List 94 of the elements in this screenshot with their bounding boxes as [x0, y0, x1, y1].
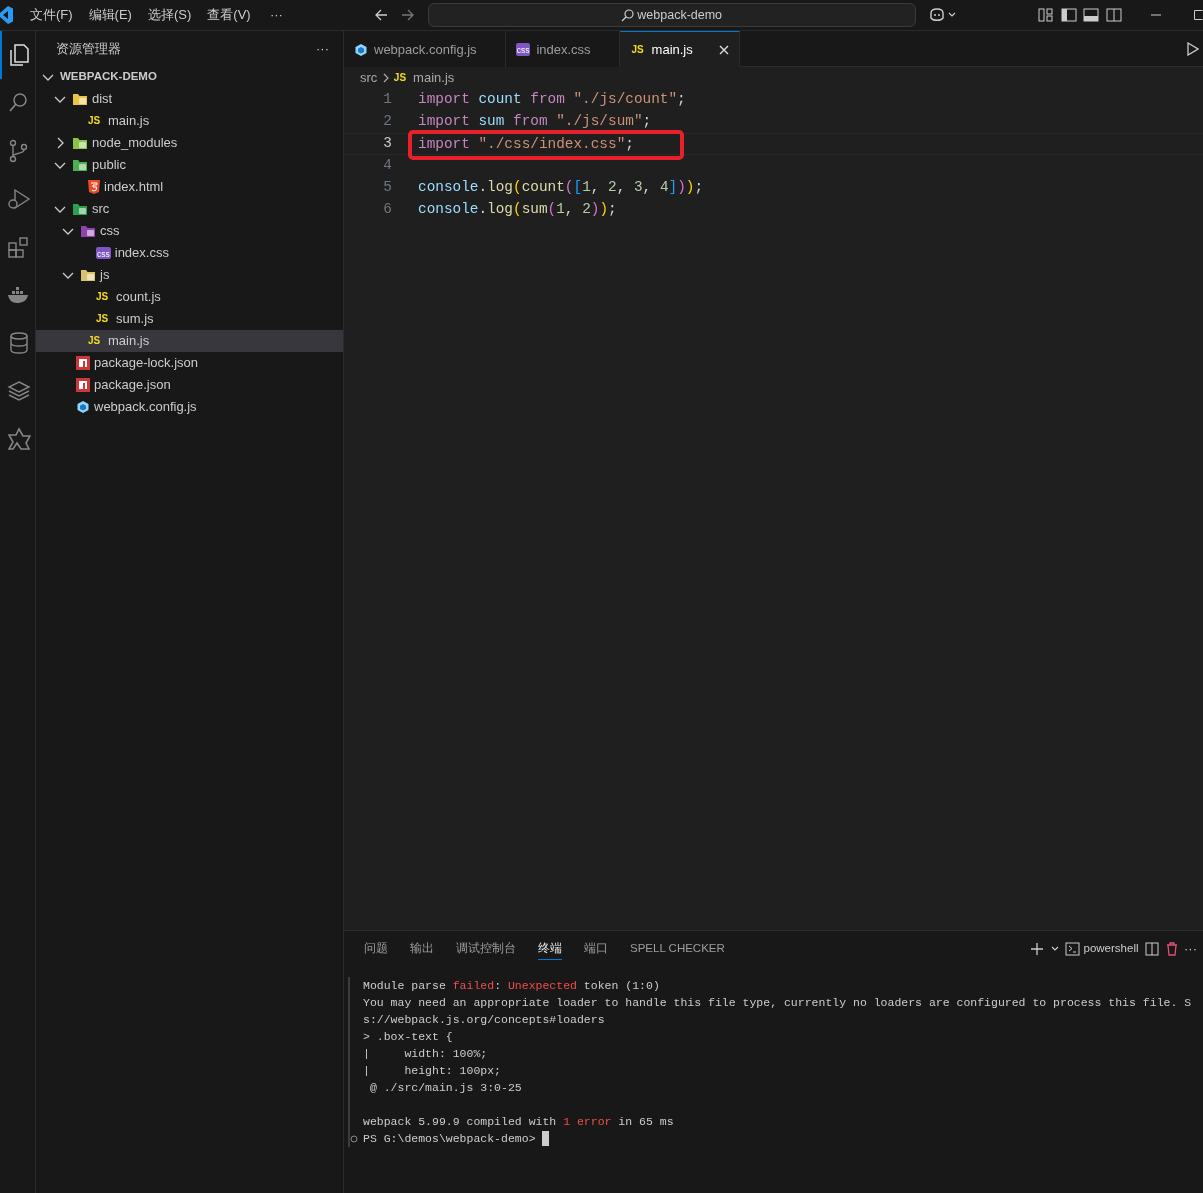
js-file-icon: JS: [96, 292, 112, 302]
run-icon[interactable]: [1187, 41, 1199, 56]
terminal-line: | width: 100%;: [363, 1046, 489, 1062]
panel-tab[interactable]: 调试控制台: [456, 937, 516, 961]
command-center[interactable]: webpack-demo: [427, 3, 916, 27]
terminal-line: @ ./src/main.js 3:0-25: [368, 1080, 523, 1096]
back-arrow-icon[interactable]: [373, 8, 388, 22]
folder-item[interactable]: src: [36, 198, 343, 220]
file-item[interactable]: webpack.config.js: [36, 396, 343, 418]
line-number: 5: [382, 178, 392, 198]
js-file-icon: JS: [88, 336, 104, 346]
copilot-icon: [928, 8, 945, 22]
panel-tab[interactable]: 输出: [410, 937, 434, 961]
panel-tab[interactable]: SPELL CHECKER: [630, 937, 725, 961]
file-item[interactable]: JS count.js: [36, 286, 343, 308]
editor-tab[interactable]: css index.css: [505, 31, 620, 67]
code-line: console.log(sum(1, 2));: [417, 200, 617, 220]
css-file-icon: css: [515, 43, 531, 56]
vscode-logo-icon: [0, 5, 14, 25]
terminal-line: webpack 5.99.9 compiled with 1 error in 65 ms: [363, 1114, 675, 1130]
layout-grid-icon[interactable]: [1038, 8, 1055, 22]
file-item[interactable]: JS main.js: [36, 110, 343, 132]
terminal-line: > .box-text {: [363, 1029, 454, 1045]
terminal-shell-button[interactable]: powershell: [1065, 940, 1139, 958]
panel-tab[interactable]: 问题: [364, 937, 388, 961]
terminal-line: | height: 100px;: [363, 1063, 503, 1079]
hexagon-icon: [76, 400, 90, 414]
css-file-icon: css: [96, 246, 111, 260]
more-button[interactable]: ···: [261, 5, 291, 25]
terminal-line: s://webpack.js.org/concepts#loaders: [363, 1012, 606, 1028]
breadcrumb-item[interactable]: JS main.js: [393, 68, 455, 88]
file-item[interactable]: package-lock.json: [36, 352, 343, 374]
menu-item[interactable]: 编辑(E): [80, 5, 140, 25]
npm-icon: [76, 356, 90, 370]
prompt-circle-icon: [350, 1134, 358, 1143]
folder-item[interactable]: dist: [36, 88, 343, 110]
files-icon[interactable]: [7, 43, 31, 67]
panel-tab[interactable]: 终端: [538, 937, 562, 961]
folder-item[interactable]: css: [36, 220, 343, 242]
database-icon[interactable]: [7, 331, 31, 355]
js-file-icon: JS: [88, 116, 104, 126]
close-icon[interactable]: [718, 44, 729, 55]
more-button[interactable]: ···: [316, 38, 329, 59]
split-icon[interactable]: [1145, 942, 1159, 956]
hexagon-icon: [354, 42, 368, 57]
caret-icon: [947, 12, 956, 18]
search-icon: [621, 8, 635, 22]
trash-icon[interactable]: [1165, 942, 1178, 956]
plus-icon[interactable]: [1030, 942, 1045, 956]
menu-item[interactable]: 查看(V): [199, 5, 259, 25]
npm-icon: [76, 378, 90, 392]
terminal-line: You may need an appropriate loader to handle this file type, currently no loaders are configured to process this file. S: [363, 995, 1193, 1011]
folder-item[interactable]: node_modules: [36, 132, 343, 154]
editor-tab[interactable]: webpack.config.js: [344, 31, 506, 67]
terminal-line: Module parse failed: Unexpected token (1:0): [363, 978, 661, 994]
editor-tab[interactable]: JS main.js: [619, 31, 740, 67]
copilot-button[interactable]: [928, 8, 956, 22]
file-item[interactable]: JS sum.js: [36, 308, 343, 330]
menu-item[interactable]: 文件(F): [22, 5, 81, 25]
file-item[interactable]: css index.css: [36, 242, 343, 264]
more-button[interactable]: ···: [1184, 939, 1197, 959]
extensions-icon[interactable]: [7, 235, 31, 259]
caret-icon[interactable]: [1050, 946, 1059, 952]
maximize-icon[interactable]: [1193, 9, 1203, 21]
html5-icon: [88, 180, 100, 194]
folder-item[interactable]: js: [36, 264, 343, 286]
panel-tab[interactable]: 端口: [584, 937, 608, 961]
code-line: console.log(count([1, 2, 3, 4]));: [417, 178, 704, 198]
file-item[interactable]: JS main.js: [36, 330, 343, 352]
line-number: 4: [382, 156, 392, 176]
tree-root[interactable]: WEBPACK-DEMO: [36, 66, 343, 88]
folder-item[interactable]: public: [36, 154, 343, 176]
line-number: 3: [382, 134, 392, 154]
panel-toggle-icon[interactable]: [1083, 8, 1100, 22]
line-number: 2: [382, 112, 392, 132]
run-debug-icon[interactable]: [7, 187, 31, 211]
terminal-prompt: PS G:\demos\webpack-demo>: [363, 1130, 549, 1147]
js-file-icon: JS: [629, 44, 646, 55]
code-line: import count from "./js/count";: [417, 90, 686, 110]
forward-arrow-icon[interactable]: [400, 8, 415, 22]
code-line: import sum from "./js/sum";: [417, 112, 652, 132]
menu-item[interactable]: 选择(S): [139, 5, 200, 25]
explorer-title: 资源管理器: [56, 39, 121, 58]
terminal-icon: [1065, 942, 1081, 956]
file-item[interactable]: index.html: [36, 176, 343, 198]
file-item[interactable]: package.json: [36, 374, 343, 396]
line-number: 6: [382, 200, 392, 220]
line-number: 1: [382, 90, 392, 110]
sidebar-toggle-icon[interactable]: [1061, 8, 1077, 22]
breadcrumb-item[interactable]: src: [360, 68, 378, 88]
js-file-icon: JS: [96, 314, 112, 324]
layers-icon[interactable]: [7, 379, 31, 403]
split-layout-icon[interactable]: [1106, 8, 1122, 22]
js-file-icon: JS: [393, 73, 410, 83]
